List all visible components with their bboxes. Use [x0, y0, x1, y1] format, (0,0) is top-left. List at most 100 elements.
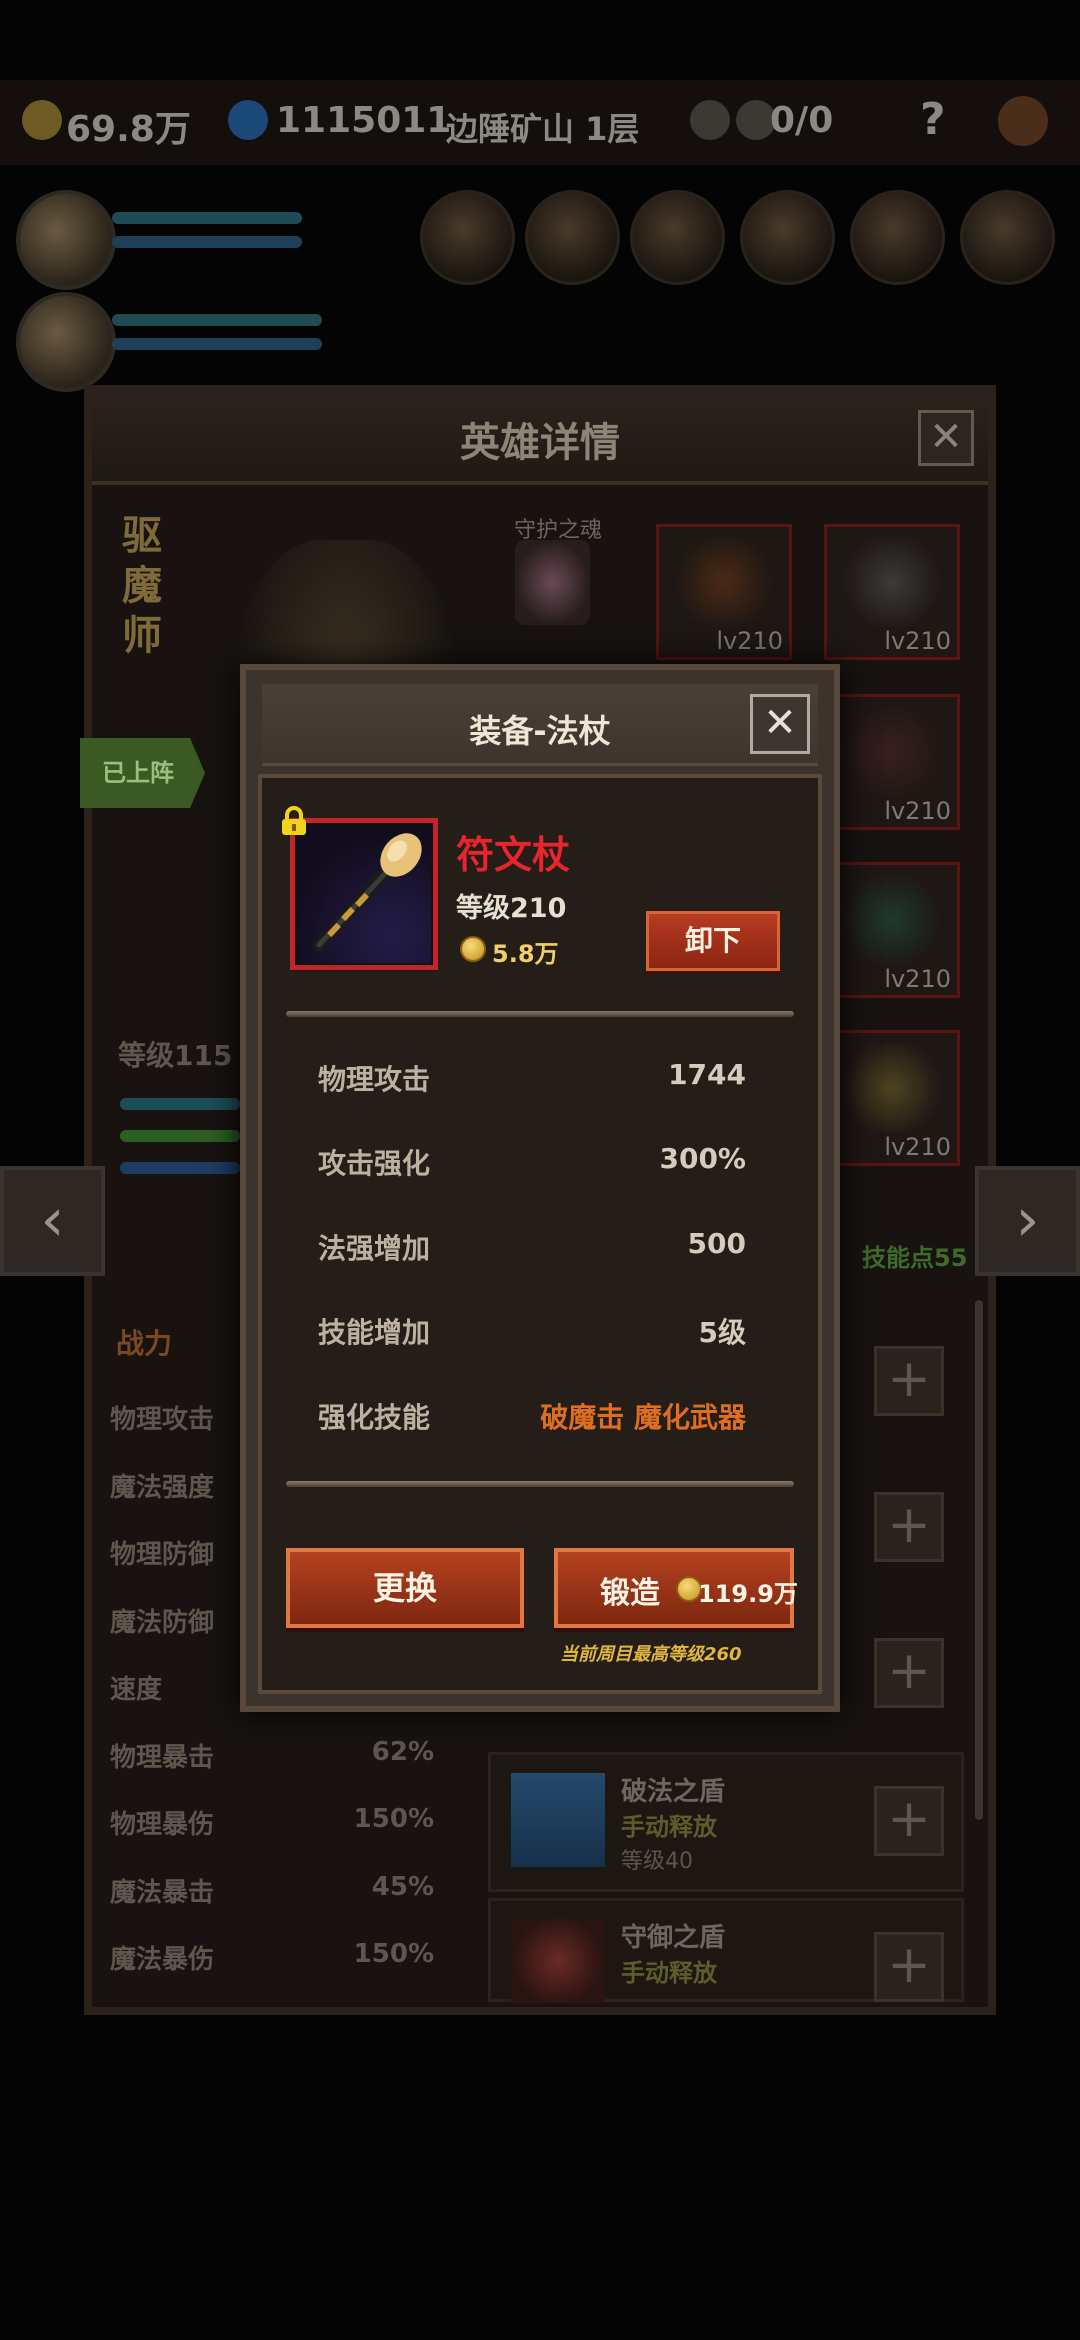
skill-points: 技能点55: [862, 1244, 968, 1272]
party-hero-hp-bar: [112, 212, 302, 224]
guardian-soul-icon[interactable]: [515, 540, 590, 625]
gold-icon: [22, 100, 62, 140]
settings-icon[interactable]: [998, 96, 1048, 146]
hero-class-char: 师: [122, 613, 162, 659]
stat-label: 魔法暴伤: [110, 1945, 215, 1975]
enhanced-skills-value: 破魔击 魔化武器: [540, 1401, 746, 1434]
top-skill-slot[interactable]: [960, 190, 1055, 285]
top-skill-slot[interactable]: [630, 190, 725, 285]
lock-icon[interactable]: [280, 806, 308, 836]
top-skill-slot[interactable]: [525, 190, 620, 285]
item-stat-label: 物理攻击: [318, 1063, 431, 1096]
location-label[interactable]: 边陲矿山 1层: [446, 104, 639, 150]
equipment-slot[interactable]: lv210: [824, 694, 960, 830]
hero-class-char: 魔: [122, 563, 162, 609]
equipment-level: lv210: [884, 627, 951, 655]
item-stat-value: 1744: [668, 1058, 746, 1091]
close-button[interactable]: ✕: [750, 694, 810, 754]
coin-icon: [460, 936, 486, 962]
hero-details-title: 英雄详情: [460, 420, 620, 466]
party-hero-mp-bar: [112, 236, 302, 248]
skill-type: 手动释放: [621, 1813, 717, 1841]
stat-value: 150%: [353, 1939, 434, 1969]
equipment-dialog-title: 装备-法杖: [469, 712, 611, 750]
equipment-level: lv210: [884, 1133, 951, 1161]
shield-icon: [837, 1043, 947, 1133]
ring-icon: [837, 875, 947, 965]
hero-level: 等级115: [118, 1039, 233, 1072]
add-skill-button[interactable]: +: [874, 1638, 944, 1708]
equipment-level: lv210: [716, 627, 783, 655]
add-skill-button[interactable]: +: [874, 1492, 944, 1562]
party-hero-portrait[interactable]: [16, 292, 116, 392]
add-skill-button[interactable]: +: [874, 1346, 944, 1416]
stat-label: 魔法防御: [110, 1608, 215, 1638]
item-stat-value: 300%: [659, 1142, 746, 1175]
equipment-slot[interactable]: lv210: [824, 862, 960, 998]
stat-value: 45%: [371, 1872, 434, 1902]
item-stat-value: 500: [687, 1227, 746, 1260]
key-icon: [690, 100, 730, 140]
guard-shield-skill-icon: [511, 1919, 605, 2003]
hero-exp-bar: [120, 1162, 240, 1174]
stat-label: 魔法暴击: [110, 1878, 215, 1908]
item-price: 5.8万: [492, 940, 559, 968]
top-skill-slot[interactable]: [420, 190, 515, 285]
forge-label: 锻造: [600, 1576, 660, 1611]
top-skill-slot[interactable]: [850, 190, 945, 285]
skill-type: 手动释放: [621, 1959, 717, 1987]
stat-label: 物理暴击: [110, 1743, 215, 1773]
party-hero-hp-bar: [112, 314, 322, 326]
skill-level: 等级40: [621, 1849, 693, 1874]
hero-details-close-button[interactable]: ✕: [918, 410, 974, 466]
equipment-slot[interactable]: lv210: [824, 1030, 960, 1166]
item-icon-frame[interactable]: [290, 818, 438, 970]
hero-exp-bar: [120, 1098, 240, 1110]
gold-amount: 69.8万: [66, 109, 191, 150]
add-skill-button[interactable]: +: [874, 1786, 944, 1856]
skills-scrollbar[interactable]: [975, 1300, 983, 1820]
key-count: 0/0: [770, 100, 834, 141]
forge-cost: 119.9万: [698, 1580, 798, 1608]
divider: [286, 1011, 794, 1017]
replace-button[interactable]: 更换: [286, 1548, 524, 1628]
item-name: 符文杖: [456, 833, 571, 877]
knight-shield-skill-icon: [511, 1773, 605, 1867]
party-hero-mp-bar: [112, 338, 322, 350]
item-level: 等级210: [456, 893, 567, 924]
helmet-icon: [669, 537, 779, 627]
stat-value: 150%: [353, 1804, 434, 1834]
hero-class-char: 驱: [122, 513, 162, 559]
stat-label: 魔法强度: [110, 1473, 215, 1503]
stat-value: 62%: [371, 1737, 434, 1767]
gem-icon: [228, 100, 268, 140]
equipment-level: lv210: [884, 797, 951, 825]
item-stat-label: 技能增加: [318, 1316, 431, 1349]
party-hero-portrait[interactable]: [16, 190, 116, 290]
equipment-level: lv210: [884, 965, 951, 993]
item-stat-label: 法强增加: [318, 1232, 431, 1265]
armor-icon: [837, 537, 947, 627]
item-stat-value: 5级: [698, 1316, 746, 1349]
divider: [286, 1481, 794, 1487]
hero-exp-bar: [120, 1130, 240, 1142]
equipment-slot[interactable]: lv210: [656, 524, 792, 660]
skill-name: 破法之盾: [621, 1777, 726, 1807]
add-skill-button[interactable]: +: [874, 1932, 944, 2002]
help-button[interactable]: ?: [920, 94, 946, 145]
equipment-slot[interactable]: lv210: [824, 524, 960, 660]
stat-label: 物理攻击: [110, 1405, 215, 1435]
unequip-button[interactable]: 卸下: [646, 911, 780, 971]
stat-label: 速度: [110, 1675, 163, 1705]
stat-label: 物理暴伤: [110, 1810, 215, 1840]
boots-icon: [837, 707, 947, 797]
stat-label: 物理防御: [110, 1540, 215, 1570]
previous-hero-button[interactable]: ‹: [0, 1166, 105, 1276]
item-stat-label: 攻击强化: [318, 1147, 431, 1180]
staff-icon: [297, 825, 431, 963]
next-hero-button[interactable]: ›: [975, 1166, 1080, 1276]
top-skill-slot[interactable]: [740, 190, 835, 285]
gem-amount: 1115011: [276, 100, 452, 141]
item-stat-label: 强化技能: [318, 1401, 431, 1434]
stats-header: 战力: [116, 1327, 173, 1360]
